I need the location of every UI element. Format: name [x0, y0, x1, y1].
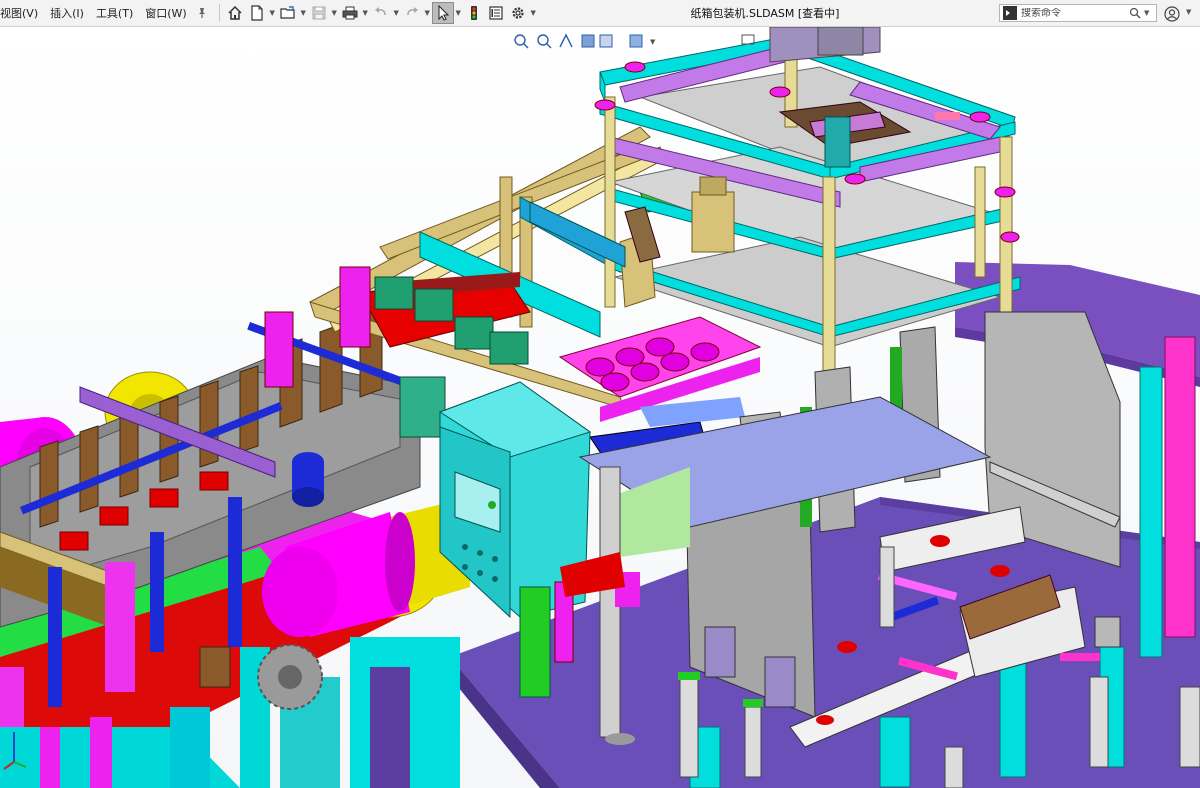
display-style-icon: [629, 34, 643, 48]
standard-toolbar: ▼ ▼ ▼ ▼ ▼ ▼ ▼ ▼: [224, 0, 538, 27]
print-dropdown-icon[interactable]: ▼: [361, 2, 370, 24]
new-document-dropdown-icon[interactable]: ▼: [268, 2, 277, 24]
help-dropdown-icon[interactable]: ▼: [1186, 8, 1191, 16]
section-view-icon: [581, 34, 595, 48]
new-document-icon[interactable]: [246, 2, 268, 24]
pin-icon[interactable]: [195, 6, 209, 20]
menu-view[interactable]: 视图(V): [0, 0, 44, 27]
file-properties-icon[interactable]: [485, 2, 507, 24]
search-icon[interactable]: [1128, 6, 1142, 20]
search-dropdown-icon[interactable]: ▼: [1144, 9, 1149, 17]
redo-dropdown-icon[interactable]: ▼: [423, 2, 432, 24]
options-dropdown-icon[interactable]: ▼: [529, 2, 538, 24]
view-orientation-icon: [599, 34, 613, 48]
toolbar-separator: [218, 4, 220, 22]
select-dropdown-icon[interactable]: ▼: [454, 2, 463, 24]
open-folder-icon[interactable]: [277, 2, 299, 24]
search-box[interactable]: ▼: [999, 4, 1157, 22]
select-pointer-icon[interactable]: [431, 2, 454, 24]
menu-window[interactable]: 窗口(W): [139, 0, 192, 27]
print-icon[interactable]: [339, 2, 361, 24]
window-title: 纸箱包装机.SLDASM [查看中]: [690, 7, 840, 20]
search-input[interactable]: [1021, 7, 1126, 19]
save-dropdown-icon[interactable]: ▼: [330, 2, 339, 24]
menu-insert[interactable]: 插入(I): [44, 0, 90, 27]
user-account-icon[interactable]: [1164, 6, 1180, 22]
solidworks-logo-icon: [1003, 6, 1017, 20]
assembly-3d-model[interactable]: ▼: [0, 27, 1200, 788]
undo-icon[interactable]: [370, 2, 392, 24]
undo-dropdown-icon[interactable]: ▼: [392, 2, 401, 24]
svg-text:▼: ▼: [650, 38, 656, 46]
rebuild-traffic-light-icon[interactable]: [463, 2, 485, 24]
home-icon[interactable]: [224, 2, 246, 24]
options-gear-icon[interactable]: [507, 2, 529, 24]
title-bar: 视图(V) 插入(I) 工具(T) 窗口(W) ▼ ▼ ▼ ▼ ▼ ▼ ▼ ▼ …: [0, 0, 1200, 27]
menu-tools[interactable]: 工具(T): [90, 0, 139, 27]
open-dropdown-icon[interactable]: ▼: [299, 2, 308, 24]
graphics-area[interactable]: ▼: [0, 27, 1200, 788]
menu-bar: 视图(V) 插入(I) 工具(T) 窗口(W): [0, 0, 215, 27]
save-icon[interactable]: [308, 2, 330, 24]
redo-icon[interactable]: [401, 2, 423, 24]
